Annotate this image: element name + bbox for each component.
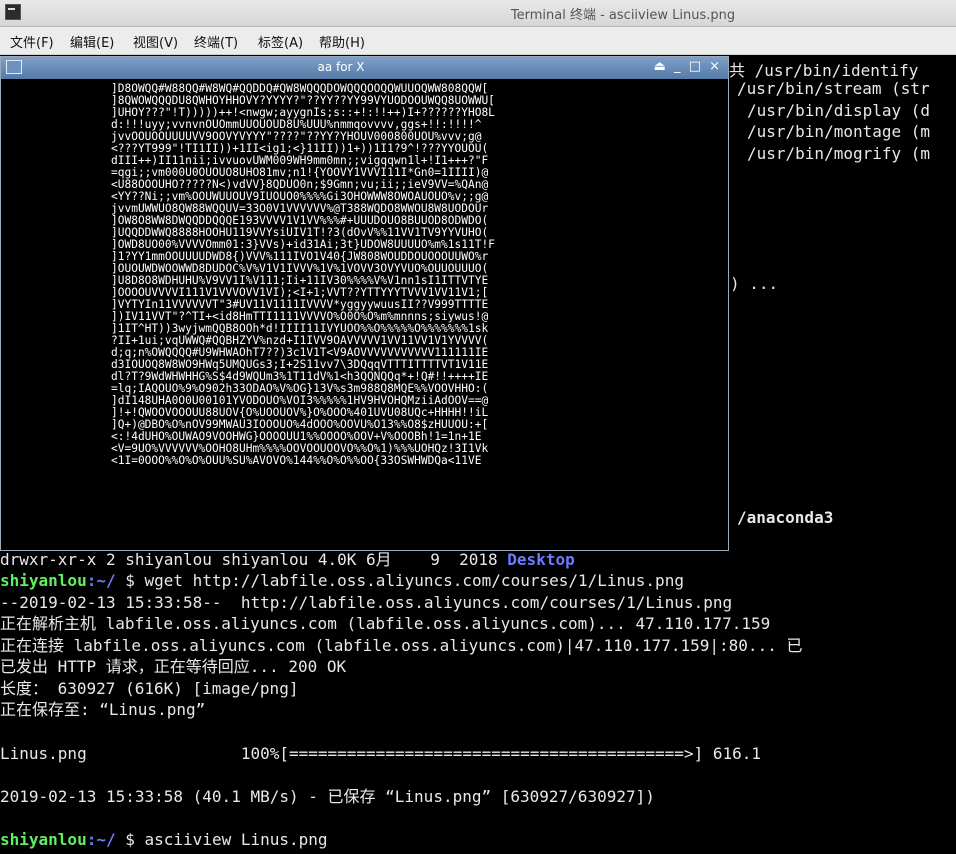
bg-fragment-mogrify: /usr/bin/mogrify (m <box>747 144 931 163</box>
aa-window[interactable]: aa for X ⏏ _ □ × ]D8OWQQ#W88QQ#W8WQ#QQDD… <box>0 56 729 551</box>
download-progress-line: Linus.png 100%[=========================… <box>0 744 761 763</box>
menu-edit[interactable]: 编辑(E) <box>70 32 114 51</box>
output-line: 正在保存至: “Linus.png” <box>0 700 206 719</box>
prompt-symbol: $ <box>115 571 145 590</box>
menu-bar: 文件(F) 编辑(E) 视图(V) 终端(T) 标签(A) 帮助(H) <box>0 27 956 55</box>
command-wget: wget http://labfile.oss.aliyuncs.com/cou… <box>144 571 684 590</box>
menu-file[interactable]: 文件(F) <box>10 32 54 51</box>
bg-fragment-montage: /usr/bin/montage (m <box>747 122 931 141</box>
aa-window-controls[interactable]: ⏏ _ □ × <box>654 59 722 74</box>
window-title-text: Terminal 终端 - asciiview Linus.png <box>510 8 736 23</box>
menu-help[interactable]: 帮助(H) <box>319 32 365 51</box>
prompt-path: :~/ <box>86 830 116 849</box>
aa-window-title: aa for X <box>317 60 365 74</box>
prompt-line-wget: shiyanlou:~/ $ wget http://labfile.oss.a… <box>0 571 684 591</box>
bg-fragment-display: /usr/bin/display (d <box>747 101 931 120</box>
command-asciiview: asciiview Linus.png <box>144 830 328 849</box>
prompt-user: shiyanlou <box>0 571 87 590</box>
bg-fragment-anaconda: /anaconda3 <box>737 508 834 527</box>
window-title: Terminal 终端 - asciiview Linus.png <box>0 4 956 23</box>
menu-terminal[interactable]: 终端(T) <box>194 32 238 51</box>
terminal-titlebar[interactable]: Terminal 终端 - asciiview Linus.png <box>0 0 956 27</box>
prompt-symbol: $ <box>115 830 145 849</box>
prompt-user: shiyanlou <box>0 830 87 849</box>
bg-fragment-ellipsis: ) ... <box>730 274 779 293</box>
ls-line-text: drwxr-xr-x 2 shiyanlou shiyanlou 4.0K 6月… <box>0 550 508 569</box>
prompt-path: :~/ <box>86 571 116 590</box>
output-line: 长度： 630927 (616K) [image/png] <box>0 679 299 698</box>
bg-fragment-identify: 共 /usr/bin/identify <box>729 61 919 80</box>
output-line: 正在解析主机 labfile.oss.aliyuncs.com (labfile… <box>0 614 771 633</box>
bg-fragment-stream: /usr/bin/stream (str <box>737 79 930 98</box>
menu-tabs[interactable]: 标签(A) <box>258 32 303 51</box>
output-line: 2019-02-13 15:33:58 (40.1 MB/s) - 已保存 “L… <box>0 787 655 806</box>
aa-window-titlebar[interactable]: aa for X ⏏ _ □ × <box>1 57 728 79</box>
ls-dir-desktop: Desktop <box>507 550 575 569</box>
output-line: 正在连接 labfile.oss.aliyuncs.com (labfile.o… <box>0 636 803 655</box>
ascii-art-text: ]D8OWQQ#W88QQ#W8WQ#QQDDQ#QW8WQQQDOWQQQOO… <box>111 82 495 467</box>
output-line: --2019-02-13 15:33:58-- http://labfile.o… <box>0 593 733 612</box>
prompt-line-asciiview: shiyanlou:~/ $ asciiview Linus.png <box>0 830 328 850</box>
output-line: 已发出 HTTP 请求，正在等待回应... 200 OK <box>0 657 347 676</box>
ls-line: drwxr-xr-x 2 shiyanlou shiyanlou 4.0K 6月… <box>0 550 575 570</box>
menu-view[interactable]: 视图(V) <box>133 32 178 51</box>
ascii-art-view[interactable]: ]D8OWQQ#W88QQ#W8WQ#QQDDQ#QW8WQQQDOWQQQOO… <box>1 79 728 550</box>
